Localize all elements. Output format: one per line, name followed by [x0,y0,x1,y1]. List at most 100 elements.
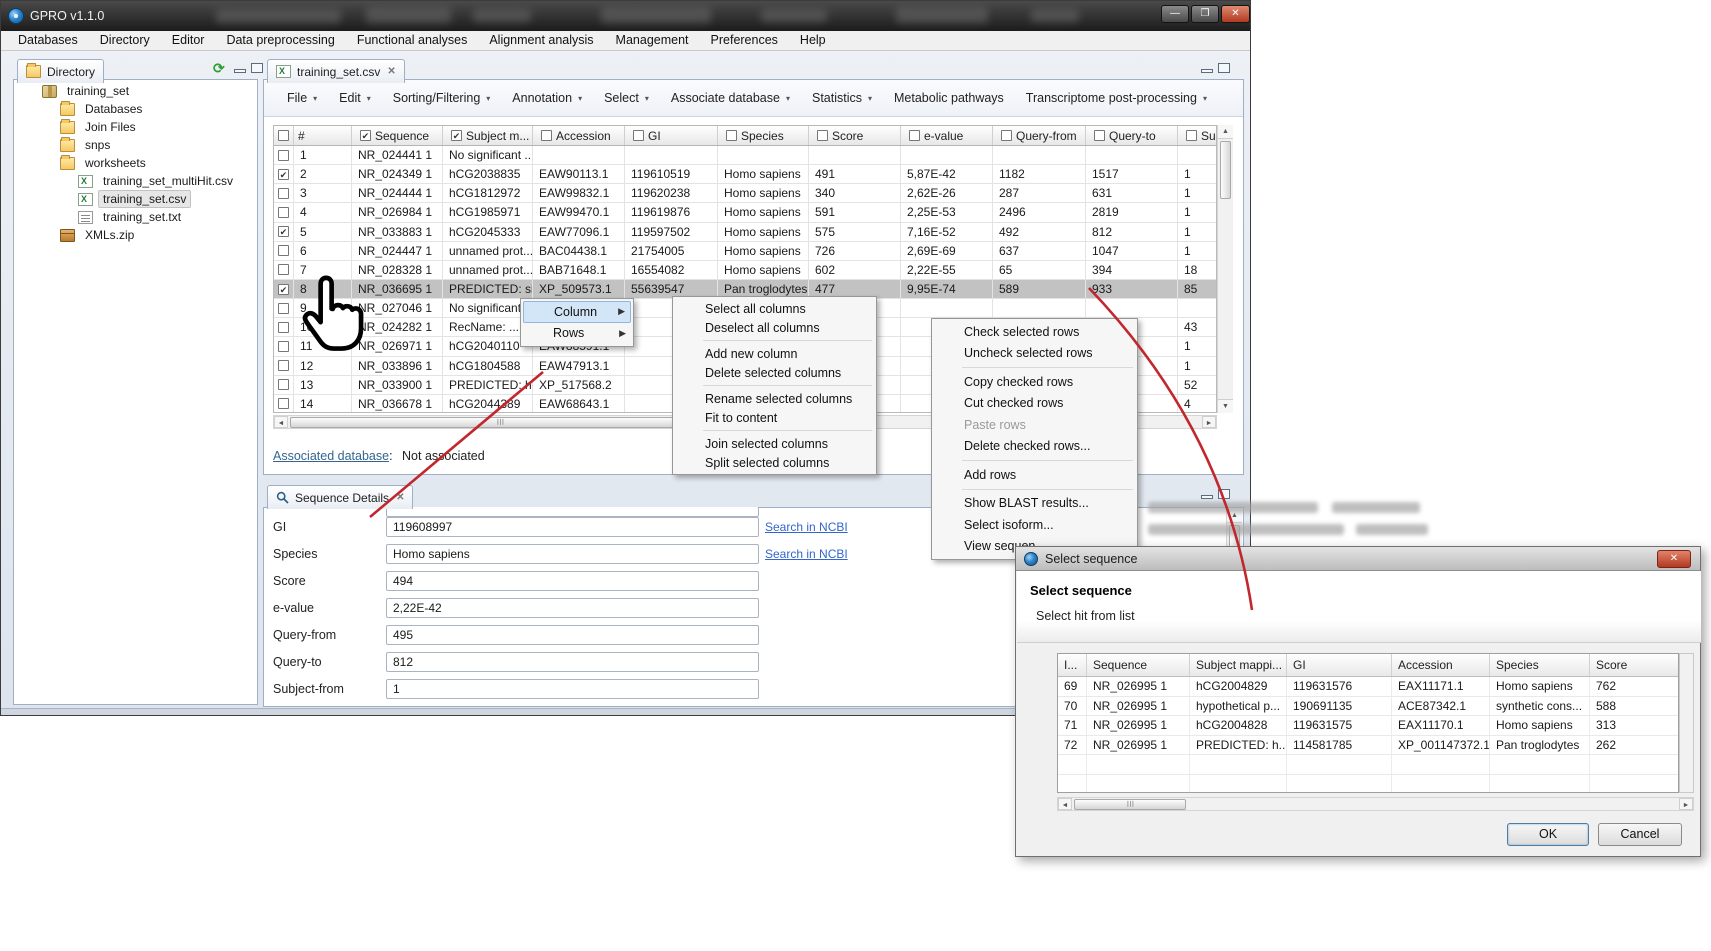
row-checkbox-cell[interactable] [274,242,294,260]
column-checkbox[interactable] [1186,130,1197,141]
menubar-item-databases[interactable]: Databases [7,31,89,50]
row-checkbox-cell[interactable] [274,395,294,413]
menu-item-split-selected-columns[interactable]: Split selected columns [675,453,874,472]
toolbar-file[interactable]: File▾ [276,91,328,105]
tree-item-databases[interactable]: Databases [14,100,256,118]
menu-item-column[interactable]: Column▶ [523,301,631,323]
dialog-close-button[interactable]: ✕ [1657,550,1691,568]
tab-directory[interactable]: Directory [17,59,104,83]
table-row[interactable]: 1NR_024441 1No significant ... [274,146,1216,165]
search-in-ncbi-link[interactable]: Search in NCBI [765,547,848,561]
row-checkbox[interactable] [278,360,289,371]
field-input-query-to[interactable]: 812 [386,652,759,672]
field-input-query-from[interactable]: 495 [386,625,759,645]
column-header-sequence[interactable]: Sequence [352,126,443,145]
row-checkbox[interactable] [278,150,289,161]
field-input-e-value[interactable]: 2,22E-42 [386,598,759,618]
row-checkbox[interactable] [278,284,289,295]
menu-item-copy-checked-rows[interactable]: Copy checked rows [934,371,1135,393]
menu-item-join-selected-columns[interactable]: Join selected columns [675,434,874,453]
window-close-button[interactable]: ✕ [1221,5,1250,23]
dialog-table-row[interactable]: 70NR_026995 1hypothetical p...190691135A… [1058,697,1678,717]
column-checkbox[interactable] [909,130,920,141]
table-row[interactable]: 3NR_024444 1hCG1812972EAW99832.111962023… [274,184,1216,203]
tree-item-join-files[interactable]: Join Files [14,118,256,136]
panel-minimize-icon[interactable] [1201,495,1213,499]
dialog-hits-table[interactable]: I...SequenceSubject mappi...GIAccessionS… [1057,653,1679,793]
row-checkbox[interactable] [278,264,289,275]
tree-item-xmls-zip[interactable]: XMLs.zip [14,226,256,244]
column-header-species[interactable]: Species [718,126,809,145]
menubar-item-alignment-analysis[interactable]: Alignment analysis [478,31,604,50]
dialog-column-header-subject-mappi[interactable]: Subject mappi... [1190,654,1287,676]
column-header-score[interactable]: Score [809,126,901,145]
tree-item-snps[interactable]: snps [14,136,256,154]
column-checkbox[interactable] [633,130,644,141]
table-row[interactable]: 7NR_028328 1unnamed prot...BAB71648.1165… [274,261,1216,280]
scroll-left-icon[interactable]: ◄ [1058,798,1072,810]
window-maximize-button[interactable]: ❐ [1191,5,1219,23]
column-checkbox[interactable] [541,130,552,141]
title-bar[interactable]: GPRO v1.1.0 — ❐ ✕ [1,1,1250,31]
tree-item-training-set-multihit-csv[interactable]: training_set_multiHit.csv [14,172,256,190]
row-checkbox-cell[interactable] [274,280,294,298]
search-in-ncbi-link[interactable]: Search in NCBI [765,520,848,534]
table-header-select-all[interactable] [274,126,294,145]
menubar-item-help[interactable]: Help [789,31,837,50]
dialog-table-row[interactable]: 69NR_026995 1hCG2004829119631576EAX11171… [1058,677,1678,697]
row-checkbox-cell[interactable] [274,146,294,164]
dialog-column-header-score[interactable]: Score [1590,654,1679,676]
menu-item-cut-checked-rows[interactable]: Cut checked rows [934,393,1135,415]
column-header-subject-m[interactable]: Subject m... [443,126,533,145]
column-checkbox[interactable] [1001,130,1012,141]
row-checkbox[interactable] [278,226,289,237]
panel-maximize-icon[interactable] [1218,63,1230,73]
toolbar-annotation[interactable]: Annotation▾ [501,91,593,105]
column-checkbox[interactable] [1094,130,1105,141]
menu-item-deselect-all-columns[interactable]: Deselect all columns [675,318,874,337]
tree-item-training-set-csv[interactable]: training_set.csv [14,190,256,208]
tab-close-icon[interactable]: ✕ [387,66,395,77]
menu-item-fit-to-content[interactable]: Fit to content [675,408,874,427]
scroll-down-icon[interactable]: ▼ [1218,399,1233,413]
panel-minimize-icon[interactable] [1201,69,1213,73]
menu-item-rename-selected-columns[interactable]: Rename selected columns [675,389,874,408]
row-checkbox-cell[interactable] [274,376,294,394]
menu-item-select-isoform[interactable]: Select isoform... [934,514,1135,536]
toolbar-metabolic-pathways[interactable]: Metabolic pathways [883,91,1015,105]
menubar-item-directory[interactable]: Directory [89,31,161,50]
row-checkbox-cell[interactable] [274,223,294,241]
tree-item-worksheets[interactable]: worksheets [14,154,256,172]
scroll-right-icon[interactable]: ► [1202,416,1216,428]
row-checkbox-cell[interactable] [274,299,294,317]
dialog-title-bar[interactable]: Select sequence ✕ [1016,547,1700,571]
dialog-column-header-i[interactable]: I... [1058,654,1087,676]
cancel-button[interactable]: Cancel [1598,823,1682,846]
menubar-item-editor[interactable]: Editor [161,31,216,50]
column-header-query-from[interactable]: Query-from [993,126,1086,145]
field-input-gi[interactable]: 119608997 [386,517,759,537]
column-checkbox[interactable] [451,130,462,141]
menu-item-rows[interactable]: Rows▶ [523,323,631,345]
menu-item-check-selected-rows[interactable]: Check selected rows [934,321,1135,343]
dialog-horizontal-scrollbar[interactable]: ◄ ► [1057,797,1694,811]
menubar-item-functional-analyses[interactable]: Functional analyses [346,31,478,50]
select-all-checkbox[interactable] [278,130,289,141]
dialog-column-header-gi[interactable]: GI [1287,654,1392,676]
row-checkbox[interactable] [278,341,289,352]
field-input-subject-from[interactable]: 1 [386,679,759,699]
toolbar-transcriptome-post-processing[interactable]: Transcriptome post-processing▾ [1015,91,1218,105]
toolbar-select[interactable]: Select▾ [593,91,660,105]
menu-item-select-all-columns[interactable]: Select all columns [675,299,874,318]
row-checkbox[interactable] [278,245,289,256]
scrollbar-thumb[interactable] [290,417,710,428]
row-checkbox-cell[interactable] [274,165,294,183]
refresh-icon[interactable]: ⟳ [213,63,225,73]
row-checkbox-cell[interactable] [274,357,294,375]
table-vertical-scrollbar[interactable]: ▲ ▼ [1217,125,1233,413]
row-checkbox-cell[interactable] [274,184,294,202]
column-checkbox[interactable] [726,130,737,141]
sequence-details-partial-field[interactable] [386,507,759,517]
scroll-left-icon[interactable]: ◄ [274,416,288,428]
row-checkbox[interactable] [278,379,289,390]
